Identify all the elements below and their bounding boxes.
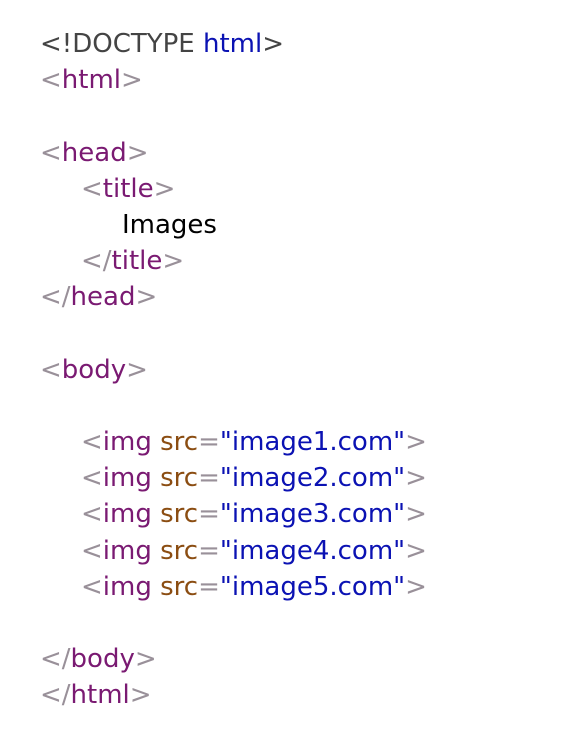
bracket: > [153,173,176,204]
bracket: < [81,499,103,530]
src-value: "image1.com" [219,427,406,458]
equals-sign: = [198,499,220,530]
bracket: < [81,427,103,458]
bracket: < [40,137,62,168]
bracket: < [81,173,103,204]
body-tag: body [70,644,135,675]
bracket: > [129,680,152,711]
html-open-line: <html> [40,62,550,98]
bracket: </ [40,644,71,675]
bracket: > [121,65,143,96]
equals-sign: = [198,463,220,494]
doctype-close: > [262,29,285,59]
img-tag: img [102,571,152,602]
bracket: < [81,535,103,566]
bracket: < [40,65,62,96]
title-text: Images [122,209,217,240]
head-tag: head [70,282,136,313]
bracket: > [162,246,185,277]
bracket: </ [81,246,112,277]
img-line-1: <img src="image1.com"> [40,424,550,460]
src-attr: src [151,535,199,566]
title-close-line: </title> [40,243,550,279]
bracket: > [134,644,157,675]
body-close-line: </body> [40,641,550,677]
bracket: < [40,354,62,385]
img-line-4: <img src="image4.com"> [40,533,550,569]
bracket: > [405,535,427,566]
doctype-open: <!DOCTYPE [40,29,195,59]
code-view-page: { "code": { "doctype_open": "<!DOCTYPE",… [0,0,564,752]
src-value: "image2.com" [219,463,406,494]
src-attr: src [151,463,199,494]
bracket: > [126,354,148,385]
src-value: "image4.com" [219,535,406,566]
bracket: > [405,463,427,494]
equals-sign: = [198,535,220,566]
bracket: > [135,282,158,313]
head-close-line: </head> [40,279,550,315]
src-value: "image5.com" [219,571,406,602]
src-attr: src [151,499,199,530]
bracket: </ [40,282,71,313]
doctype-html-keyword: html [194,29,263,59]
bracket: </ [40,680,71,711]
head-open-line: <head> [40,135,550,171]
title-text-line: Images [40,207,550,243]
doctype-line: <!DOCTYPE html> [40,26,550,62]
equals-sign: = [198,571,220,602]
code-block: <!DOCTYPE html> <html> <head> <title> Im… [40,26,550,714]
html-close-line: </html> [40,677,550,713]
src-value: "image3.com" [219,499,406,530]
img-tag: img [102,499,152,530]
title-tag: title [111,246,163,277]
bracket: < [81,571,103,602]
body-tag: body [61,354,127,385]
img-tag: img [102,535,152,566]
img-line-2: <img src="image2.com"> [40,460,550,496]
bracket: > [405,427,427,458]
bracket: > [126,137,149,168]
html-tag: html [61,65,122,96]
img-line-5: <img src="image5.com"> [40,569,550,605]
img-tag: img [102,427,152,458]
title-tag: title [102,173,154,204]
src-attr: src [151,571,199,602]
head-tag: head [61,137,127,168]
body-open-line: <body> [40,352,550,388]
src-attr: src [151,427,199,458]
html-tag: html [70,680,130,711]
img-tag: img [102,463,152,494]
bracket: < [81,463,103,494]
title-open-line: <title> [40,171,550,207]
bracket: > [405,571,427,602]
equals-sign: = [198,427,220,458]
img-line-3: <img src="image3.com"> [40,496,550,532]
bracket: > [405,499,427,530]
